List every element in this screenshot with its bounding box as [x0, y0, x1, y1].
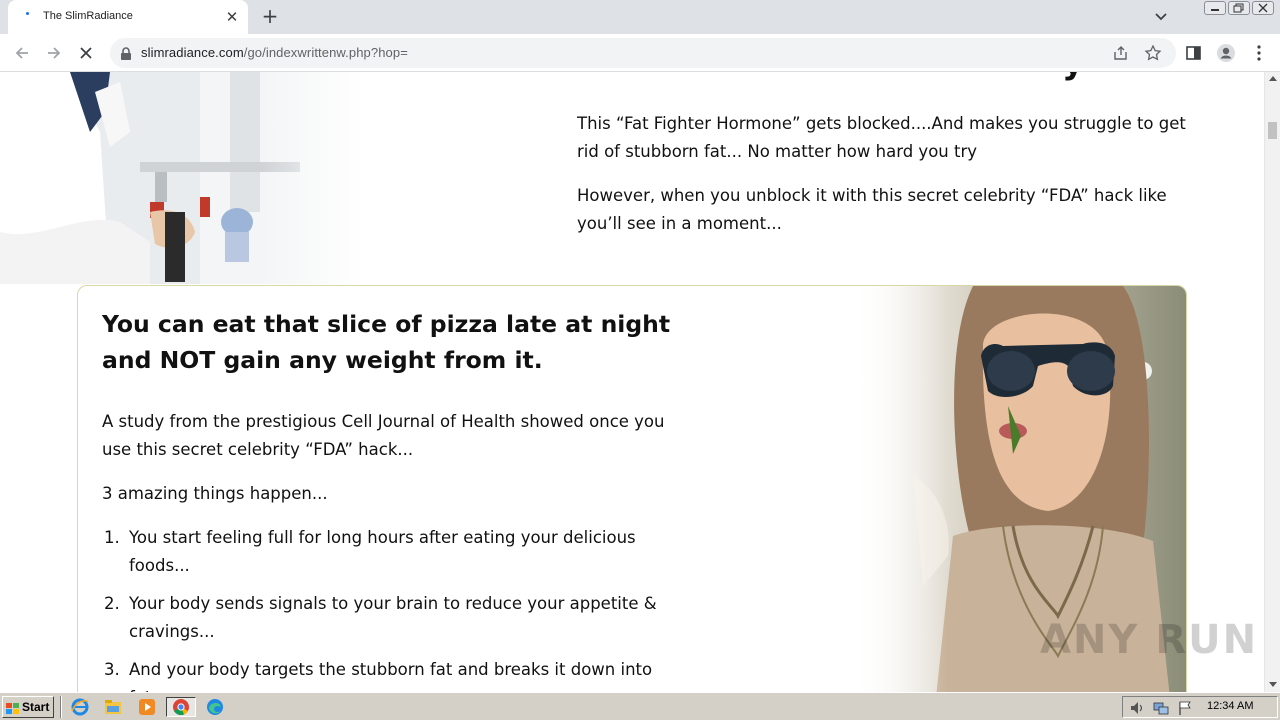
file-explorer-icon[interactable] — [103, 697, 123, 717]
chrome-taskbar-button[interactable] — [166, 697, 196, 717]
intro-paragraph: This “Fat Fighter Hormone” gets blocked.… — [577, 114, 1186, 161]
taskbar-clock[interactable]: 12:34 AM — [1207, 700, 1253, 712]
url-text: slimradiance.com/go/indexwrittenw.php?ho… — [141, 45, 408, 60]
page-viewport: y This “Fat Fighter Hormone” gets blocke… — [0, 72, 1264, 692]
scroll-down-arrow-icon[interactable] — [1269, 682, 1277, 687]
list-number: 3. — [104, 660, 120, 679]
start-label: Start — [22, 700, 50, 714]
stop-loading-button[interactable] — [73, 40, 99, 66]
start-button[interactable]: Start — [2, 696, 54, 718]
volume-icon[interactable] — [1129, 700, 1145, 720]
back-arrow-icon — [15, 47, 28, 59]
benefits-list: 1. You start feeling full for long hours … — [102, 524, 682, 692]
side-panel-icon[interactable] — [1184, 43, 1204, 63]
tab-slimradiance[interactable]: The SlimRadiance ✕ — [8, 0, 248, 34]
taskbar-divider — [60, 696, 62, 718]
list-item: 2. Your body sends signals to your brain … — [102, 590, 682, 646]
list-item: 1. You start feeling full for long hours … — [102, 524, 682, 580]
tab-strip: The SlimRadiance ✕ + — [0, 0, 1280, 34]
network-icon[interactable] — [1153, 700, 1169, 720]
url-path: /go/indexwrittenw.php?hop= — [243, 45, 408, 60]
chrome-icon — [173, 699, 189, 716]
card-paragraph: A study from the prestigious Cell Journa… — [102, 412, 665, 459]
list-text: And your body targets the stubborn fat a… — [129, 660, 653, 692]
tab-search-chevron-icon[interactable] — [1150, 7, 1172, 27]
pizza-benefits-card: You can eat that slice of pizza late at … — [77, 285, 1187, 692]
edge-icon[interactable] — [205, 697, 225, 717]
lab-scientist-image — [0, 72, 364, 284]
list-item: 3. And your body targets the stubborn fat… — [102, 656, 682, 692]
profile-avatar-icon[interactable] — [1216, 43, 1236, 63]
scrollbar-thumb[interactable] — [1268, 122, 1277, 139]
close-window-button[interactable] — [1252, 1, 1274, 15]
forward-button[interactable] — [41, 40, 67, 66]
url-host: slimradiance.com — [141, 45, 244, 60]
internet-explorer-icon[interactable] — [70, 697, 90, 717]
share-icon[interactable] — [1112, 45, 1130, 61]
windows-taskbar: Start 12:34 AM — [0, 692, 1280, 720]
system-tray: 12:34 AM — [1122, 696, 1278, 718]
intro-text: This “Fat Fighter Hormone” gets blocked.… — [577, 110, 1197, 254]
windows-logo-icon — [6, 701, 19, 714]
minimize-button[interactable] — [1204, 1, 1226, 15]
scroll-up-arrow-icon[interactable] — [1269, 76, 1277, 81]
address-bar[interactable]: slimradiance.com/go/indexwrittenw.php?ho… — [110, 38, 1176, 68]
tab-title: The SlimRadiance — [43, 10, 133, 22]
lock-icon[interactable] — [120, 46, 132, 65]
back-button[interactable] — [9, 40, 35, 66]
media-player-icon[interactable] — [137, 697, 157, 717]
bookmark-star-icon[interactable] — [1144, 44, 1162, 61]
more-menu-icon[interactable] — [1249, 43, 1269, 63]
action-center-flag-icon[interactable] — [1177, 700, 1193, 720]
new-tab-button[interactable]: + — [258, 5, 282, 29]
card-headline: You can eat that slice of pizza late at … — [102, 310, 671, 374]
list-text: You start feeling full for long hours af… — [129, 528, 636, 575]
vertical-scrollbar[interactable] — [1264, 72, 1280, 692]
browser-toolbar: slimradiance.com/go/indexwrittenw.php?ho… — [0, 34, 1280, 72]
list-number: 2. — [104, 594, 120, 613]
intro-paragraph: However, when you unblock it with this s… — [577, 186, 1167, 233]
list-text: Your body sends signals to your brain to… — [129, 594, 657, 641]
loading-favicon-icon — [22, 10, 34, 22]
anyrun-watermark: ANY RUN — [1040, 617, 1259, 663]
list-number: 1. — [104, 528, 120, 547]
cut-off-heading: y — [1062, 72, 1084, 82]
card-body: A study from the prestigious Cell Journa… — [102, 408, 682, 692]
stop-x-icon — [80, 47, 92, 59]
window-controls — [1204, 1, 1274, 15]
card-paragraph: 3 amazing things happen... — [102, 484, 328, 503]
tab-close-button[interactable]: ✕ — [222, 7, 242, 27]
restore-button[interactable] — [1228, 1, 1250, 15]
forward-arrow-icon — [48, 47, 61, 59]
